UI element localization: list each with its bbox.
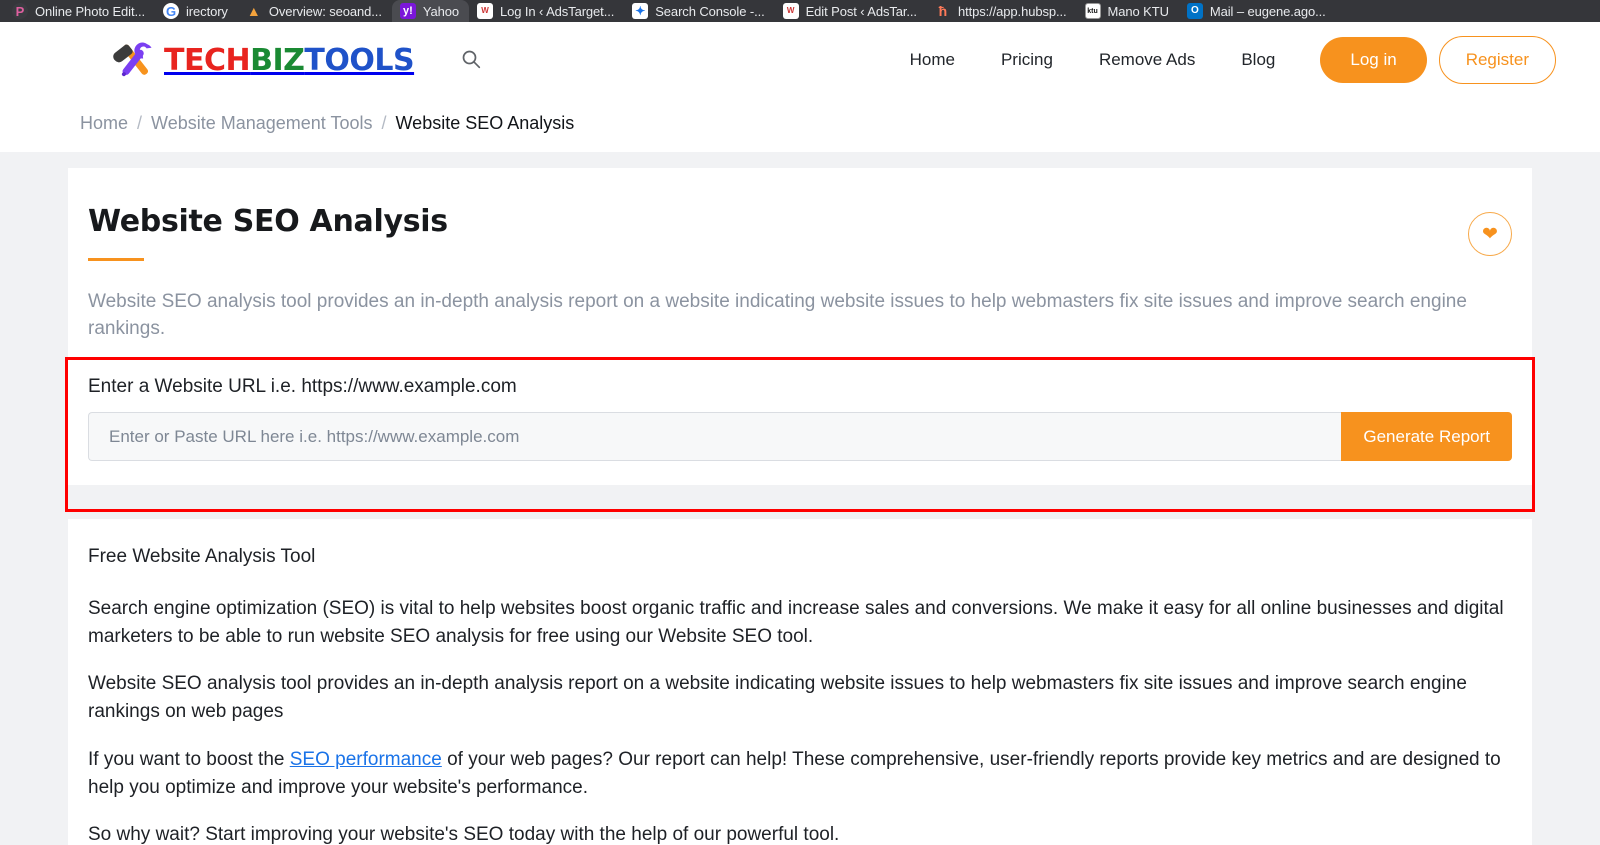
article-paragraph-3: If you want to boost the SEO performance… <box>88 746 1512 801</box>
browser-tab-active[interactable]: y! Yahoo <box>391 0 469 22</box>
breadcrumb-separator: / <box>137 113 143 133</box>
url-input[interactable] <box>88 412 1342 462</box>
hubspot-icon: ħ <box>938 3 948 19</box>
tab-title: Mano KTU <box>1107 3 1169 19</box>
ktu-icon: ktu <box>1084 3 1101 19</box>
browser-tab[interactable]: W Log In ‹ AdsTarget... <box>469 0 624 22</box>
url-input-label: Enter a Website URL i.e. https://www.exa… <box>88 376 517 398</box>
form-region-spacer <box>68 485 1532 510</box>
search-button[interactable] <box>454 43 488 77</box>
main-navigation: Home Pricing Remove Ads Blog Log in Regi… <box>887 36 1556 84</box>
browser-tab[interactable]: W Edit Post ‹ AdsTar... <box>775 0 927 22</box>
pinterest-icon: P <box>12 3 28 19</box>
browser-tab[interactable]: ħ https://app.hubsp... <box>927 0 1077 22</box>
breadcrumb-item-home[interactable]: Home <box>80 113 128 134</box>
outlook-icon: O <box>1186 3 1203 19</box>
logo-text-biz: BIZ <box>250 42 305 78</box>
url-input-row: Generate Report <box>88 412 1512 462</box>
browser-tab-strip: P Online Photo Edit... G irectory ▲ Over… <box>0 0 1600 22</box>
tab-title: Log In ‹ AdsTarget... <box>499 3 615 19</box>
search-icon <box>461 49 481 72</box>
wordpress-icon: W <box>782 3 799 19</box>
browser-tab[interactable]: ▲ Overview: seoand... <box>238 0 392 22</box>
logo-text: TECHBIZTOOLS <box>164 42 415 78</box>
nav-item-blog[interactable]: Blog <box>1218 50 1298 70</box>
article-paragraph-4: So why wait? Start improving your websit… <box>88 824 840 845</box>
nav-item-remove-ads[interactable]: Remove Ads <box>1076 50 1218 70</box>
seo-performance-link[interactable]: SEO performance <box>290 749 442 770</box>
tool-card: Website SEO Analysis ❤ Website SEO analy… <box>65 168 1535 513</box>
nav-item-pricing[interactable]: Pricing <box>978 50 1076 70</box>
browser-tab[interactable]: O Mail – eugene.ago... <box>1179 0 1336 22</box>
page-title: Website SEO Analysis <box>88 204 448 239</box>
browser-tab[interactable]: P Online Photo Edit... <box>4 0 155 22</box>
tab-title: irectory <box>186 3 228 19</box>
tab-title: Edit Post ‹ AdsTar... <box>805 3 917 19</box>
title-underline <box>88 258 144 261</box>
logo-text-tech: TECH <box>164 42 251 78</box>
tool-description: Website SEO analysis tool provides an in… <box>88 291 1467 339</box>
nav-item-home[interactable]: Home <box>887 50 978 70</box>
p3-text-before: If you want to boost the <box>88 748 290 770</box>
article-paragraph-2: Website SEO analysis tool provides an in… <box>88 673 1467 723</box>
tab-title: Yahoo <box>422 3 459 19</box>
overview-icon: ▲ <box>246 3 261 19</box>
breadcrumb-item-category[interactable]: Website Management Tools <box>151 113 372 134</box>
site-header: TECHBIZTOOLS Home Pricing Remove Ads Blo… <box>0 22 1600 99</box>
url-form: Enter a Website URL i.e. https://www.exa… <box>68 360 1532 485</box>
tool-title-block: Website SEO Analysis <box>88 204 448 261</box>
article-section: Free Website Analysis Tool Search engine… <box>68 519 1532 845</box>
page-background: Website SEO Analysis ❤ Website SEO analy… <box>0 152 1600 845</box>
generate-report-button[interactable]: Generate Report <box>1341 412 1512 462</box>
search-console-icon: ✦ <box>632 3 649 19</box>
article-heading: Free Website Analysis Tool <box>88 546 316 568</box>
breadcrumb-item-current: Website SEO Analysis <box>395 113 575 133</box>
browser-tab[interactable]: ✦ Search Console -... <box>624 0 774 22</box>
tab-title: Mail – eugene.ago... <box>1209 3 1326 19</box>
tab-title: https://app.hubsp... <box>957 3 1067 19</box>
breadcrumb: Home / Website Management Tools / Websit… <box>0 99 1600 152</box>
login-button[interactable]: Log in <box>1320 37 1427 83</box>
favorite-button[interactable]: ❤ <box>1468 212 1512 256</box>
yahoo-icon: y! <box>399 3 416 19</box>
tab-title: Search Console -... <box>655 3 765 19</box>
heart-icon: ❤ <box>1482 223 1498 245</box>
google-icon: G <box>163 3 180 19</box>
tool-header-row: Website SEO Analysis ❤ <box>68 204 1532 261</box>
article-paragraph-1: Search engine optimization (SEO) is vita… <box>88 597 1504 647</box>
wordpress-icon: W <box>476 3 493 19</box>
register-button[interactable]: Register <box>1438 36 1556 84</box>
browser-tab[interactable]: G irectory <box>155 0 238 22</box>
tab-title: Overview: seoand... <box>268 3 382 19</box>
url-form-highlight-region: Enter a Website URL i.e. https://www.exa… <box>65 357 1535 513</box>
browser-tab[interactable]: ktu Mano KTU <box>1077 0 1179 22</box>
tab-title: Online Photo Edit... <box>35 3 146 19</box>
hammer-wrench-icon <box>112 38 158 82</box>
breadcrumb-separator: / <box>381 113 387 133</box>
logo-text-tools: TOOLS <box>304 42 415 78</box>
site-logo[interactable]: TECHBIZTOOLS <box>112 38 415 82</box>
